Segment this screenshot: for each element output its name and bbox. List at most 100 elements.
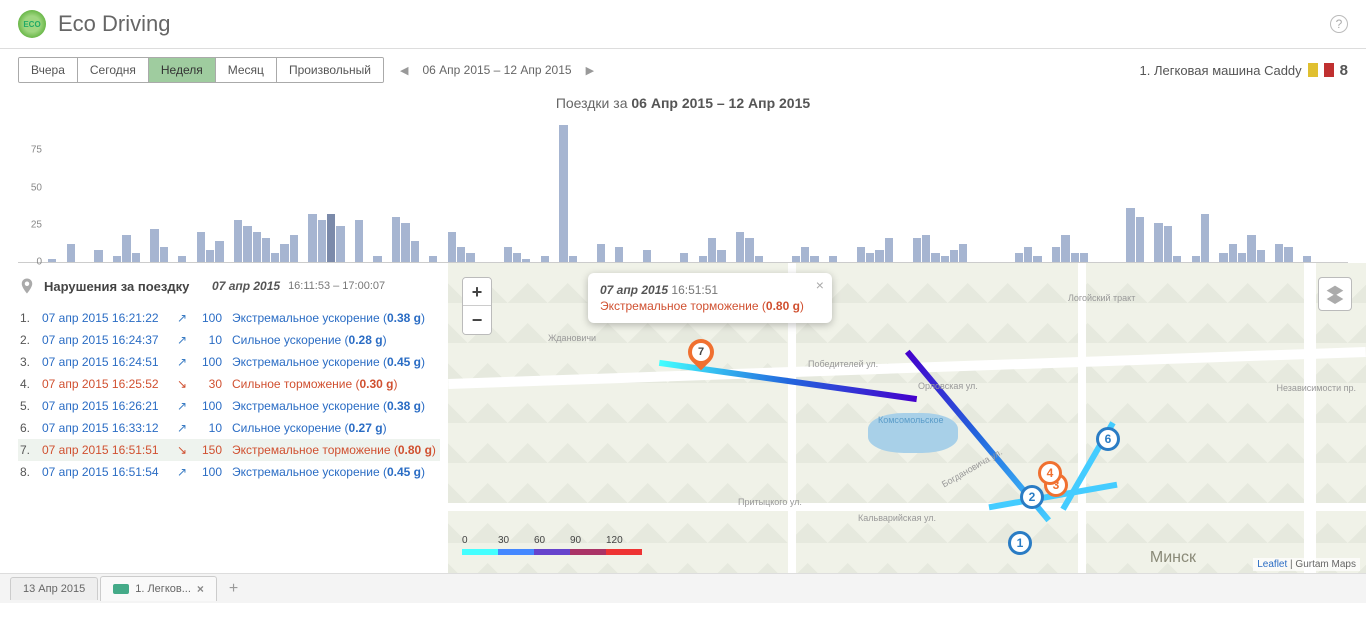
zoom-out-button[interactable]: − [463, 306, 491, 334]
chart-bar[interactable] [699, 256, 707, 262]
chart-bars[interactable] [48, 113, 1348, 262]
chart-bar[interactable] [913, 238, 921, 262]
chart-bar[interactable] [160, 247, 168, 262]
chart-bar[interactable] [1284, 247, 1292, 262]
chart-bar[interactable] [922, 235, 930, 262]
chart-bar[interactable] [708, 238, 716, 262]
chart-bar[interactable] [1033, 256, 1041, 262]
violation-datetime[interactable]: 07 апр 2015 16:51:51 [42, 443, 168, 457]
chart-bar[interactable] [113, 256, 121, 262]
chart-bar[interactable] [401, 223, 409, 262]
map-marker-6[interactable]: 6 [1096, 427, 1120, 451]
trips-bar-chart[interactable]: 0255075 [18, 113, 1348, 263]
chart-bar[interactable] [48, 259, 56, 262]
chart-bar[interactable] [931, 253, 939, 262]
chart-bar[interactable] [355, 220, 363, 262]
chart-bar[interactable] [801, 247, 809, 262]
chart-bar[interactable] [1126, 208, 1134, 262]
chart-bar[interactable] [197, 232, 205, 262]
chart-bar[interactable] [941, 256, 949, 262]
chart-bar[interactable] [875, 250, 883, 262]
chart-bar[interactable] [215, 241, 223, 262]
chart-bar[interactable] [1229, 244, 1237, 262]
chart-bar[interactable] [950, 250, 958, 262]
chart-bar[interactable] [1061, 235, 1069, 262]
violation-row[interactable]: 8.07 апр 2015 16:51:54↗100Экстремальное … [18, 461, 440, 483]
chart-bar[interactable] [810, 256, 818, 262]
leaflet-link[interactable]: Leaflet [1257, 559, 1287, 570]
chart-bar[interactable] [1275, 244, 1283, 262]
violation-datetime[interactable]: 07 апр 2015 16:33:12 [42, 421, 168, 435]
popup-close-icon[interactable]: × [816, 277, 824, 293]
chart-bar[interactable] [392, 217, 400, 262]
chart-bar[interactable] [411, 241, 419, 262]
map[interactable]: + − × 07 апр 2015 16:51:51 Экстремальное… [448, 263, 1366, 573]
chart-bar[interactable] [522, 259, 530, 262]
map-marker-4[interactable]: 4 [1038, 461, 1062, 485]
chart-bar[interactable] [866, 253, 874, 262]
chart-bar[interactable] [615, 247, 623, 262]
chart-bar[interactable] [1201, 214, 1209, 262]
chart-bar[interactable] [132, 253, 140, 262]
chart-bar[interactable] [206, 250, 214, 262]
chart-bar[interactable] [680, 253, 688, 262]
chart-bar[interactable] [150, 229, 158, 262]
chart-bar[interactable] [457, 247, 465, 262]
chart-bar[interactable] [429, 256, 437, 262]
chart-bar[interactable] [94, 250, 102, 262]
chart-bar[interactable] [1219, 253, 1227, 262]
chart-bar[interactable] [1015, 253, 1023, 262]
violation-row[interactable]: 5.07 апр 2015 16:26:21↗100Экстремальное … [18, 395, 440, 417]
zoom-in-button[interactable]: + [463, 278, 491, 306]
chart-bar[interactable] [122, 235, 130, 262]
chart-bar[interactable] [1192, 256, 1200, 262]
map-layers-button[interactable] [1318, 277, 1352, 311]
chart-bar[interactable] [327, 214, 335, 262]
chart-bar[interactable] [178, 256, 186, 262]
chart-bar[interactable] [1052, 247, 1060, 262]
chart-bar[interactable] [513, 253, 521, 262]
chart-bar[interactable] [373, 256, 381, 262]
chart-bar[interactable] [569, 256, 577, 262]
chart-bar[interactable] [1173, 256, 1181, 262]
chart-bar[interactable] [253, 232, 261, 262]
violation-datetime[interactable]: 07 апр 2015 16:26:21 [42, 399, 168, 413]
chart-bar[interactable] [308, 214, 316, 262]
chart-bar[interactable] [1071, 253, 1079, 262]
map-marker-2[interactable]: 2 [1020, 485, 1044, 509]
chart-bar[interactable] [290, 235, 298, 262]
unit-badge[interactable]: 1. Легковая машина Caddy 8 [1140, 62, 1348, 79]
tab-unit[interactable]: 1. Легков... × [100, 576, 217, 601]
violation-row[interactable]: 2.07 апр 2015 16:24:37↗10Сильное ускорен… [18, 329, 440, 351]
chart-bar[interactable] [755, 256, 763, 262]
chart-bar[interactable] [1238, 253, 1246, 262]
chart-bar[interactable] [243, 226, 251, 262]
map-marker-7[interactable]: 7 [688, 339, 714, 373]
chart-bar[interactable] [1303, 256, 1311, 262]
chart-bar[interactable] [541, 256, 549, 262]
chart-bar[interactable] [280, 244, 288, 262]
date-next-icon[interactable]: ▶ [582, 62, 598, 79]
chart-bar[interactable] [717, 250, 725, 262]
tab-date[interactable]: 13 Апр 2015 [10, 577, 98, 600]
chart-bar[interactable] [829, 256, 837, 262]
chart-bar[interactable] [1154, 223, 1162, 262]
chart-bar[interactable] [857, 247, 865, 262]
violation-row[interactable]: 1.07 апр 2015 16:21:22↗100Экстремальное … [18, 307, 440, 329]
chart-bar[interactable] [67, 244, 75, 262]
period-yesterday-button[interactable]: Вчера [19, 58, 78, 82]
chart-bar[interactable] [234, 220, 242, 262]
chart-bar[interactable] [1024, 247, 1032, 262]
chart-bar[interactable] [885, 238, 893, 262]
period-month-button[interactable]: Месяц [216, 58, 277, 82]
violation-datetime[interactable]: 07 апр 2015 16:24:51 [42, 355, 168, 369]
violation-datetime[interactable]: 07 апр 2015 16:51:54 [42, 465, 168, 479]
chart-bar[interactable] [448, 232, 456, 262]
chart-bar[interactable] [262, 238, 270, 262]
violation-row[interactable]: 7.07 апр 2015 16:51:51↘150Экстремальное … [18, 439, 440, 461]
period-custom-button[interactable]: Произвольный [277, 58, 383, 82]
violation-datetime[interactable]: 07 апр 2015 16:21:22 [42, 311, 168, 325]
tab-close-icon[interactable]: × [197, 582, 204, 596]
chart-bar[interactable] [643, 250, 651, 262]
violation-datetime[interactable]: 07 апр 2015 16:24:37 [42, 333, 168, 347]
